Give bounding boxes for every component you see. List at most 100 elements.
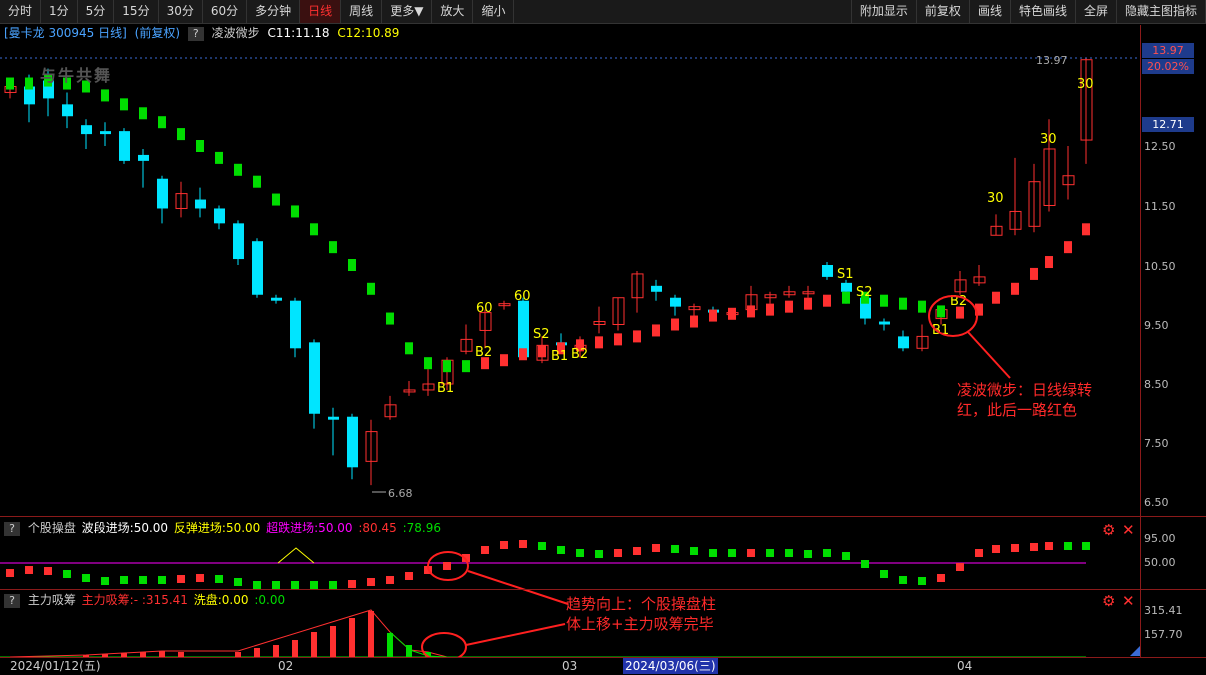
- stock-title[interactable]: [曼卡龙 300945 日线]: [4, 26, 127, 40]
- fullscreen-button[interactable]: 全屏: [1076, 0, 1117, 23]
- help-icon[interactable]: ?: [187, 26, 204, 41]
- signal-30: 30: [1040, 132, 1057, 147]
- panel2-value-c: 超跌进场:50.00: [266, 521, 353, 535]
- operation-bar: [1082, 542, 1090, 550]
- special-draw-button[interactable]: 特色画线: [1011, 0, 1076, 23]
- trend-dot: [25, 77, 33, 90]
- operation-bar: [291, 581, 299, 589]
- trend-dot: [538, 345, 546, 358]
- settings-gear-icon[interactable]: ⚙: [1102, 593, 1115, 609]
- draw-line-button[interactable]: 画线: [970, 0, 1011, 23]
- candle-down: [195, 199, 206, 209]
- operation-bar: [975, 549, 983, 557]
- help-icon[interactable]: ?: [4, 521, 20, 536]
- period-button-5min[interactable]: 5分: [78, 0, 115, 23]
- high-price-tag: 13.97: [1142, 43, 1194, 58]
- candle-down: [651, 285, 662, 292]
- trend-dot: [158, 116, 166, 129]
- price-label: 12.50: [1144, 140, 1176, 153]
- date-month-03: 03: [562, 659, 578, 673]
- candle-down: [214, 208, 225, 224]
- panel-divider-1[interactable]: [0, 516, 1206, 517]
- close-icon[interactable]: ✕: [1122, 593, 1135, 609]
- operation-bar: [595, 550, 603, 558]
- pct-change-tag: 20.02%: [1142, 59, 1194, 74]
- hide-indicator-button[interactable]: 隐藏主图指标: [1117, 0, 1206, 23]
- trend-dot: [709, 309, 717, 322]
- panel2-value-d: :80.45: [358, 521, 397, 535]
- rebound-marker: [277, 547, 315, 564]
- period-button-15min[interactable]: 15分: [114, 0, 159, 23]
- operation-bar: [992, 545, 1000, 553]
- trend-dot: [215, 151, 223, 164]
- operation-bar: [120, 576, 128, 584]
- extra-display-button[interactable]: 附加显示: [850, 0, 917, 23]
- period-button-60min[interactable]: 60分: [203, 0, 248, 23]
- trend-dot: [804, 297, 812, 310]
- panel2-value-a: 波段进场:50.00: [81, 521, 169, 535]
- panel3-value-c: 洗盘:0.00: [193, 593, 249, 607]
- operation-bar: [177, 575, 185, 583]
- operation-bar: [918, 577, 926, 585]
- forward-adjust-button[interactable]: 前复权: [917, 0, 970, 23]
- trend-dot: [1045, 256, 1053, 269]
- trend-dot: [766, 303, 774, 316]
- period-button-30min[interactable]: 30分: [159, 0, 203, 23]
- trend-dot: [614, 333, 622, 346]
- indicator-name[interactable]: 凌波微步: [212, 26, 260, 40]
- candle-down: [138, 154, 149, 161]
- trend-dot: [101, 89, 109, 102]
- annotation-arrow: [967, 331, 1011, 379]
- trend-dot: [234, 163, 242, 176]
- candle-down: [841, 282, 852, 292]
- zoom-out-button[interactable]: 缩小: [473, 0, 515, 23]
- panel2-axis-label: 95.00: [1144, 532, 1176, 545]
- annotation-line: 红，此后一路红色: [957, 401, 1078, 419]
- period-button-weekly[interactable]: 周线: [341, 0, 383, 23]
- annotation-text: 凌波微步：日线绿转 红，此后一路红色: [957, 380, 1092, 420]
- accumulation-bar: [273, 645, 279, 657]
- price-label: 6.50: [1144, 496, 1169, 509]
- operation-bar: [481, 546, 489, 554]
- panel3-name[interactable]: 主力吸筹: [28, 593, 76, 607]
- operation-bar: [1045, 542, 1053, 550]
- price-label: 8.50: [1144, 378, 1169, 391]
- kline-chart[interactable]: B1B26060S2B1 B2S1S2B2B130303013.976.68: [0, 0, 1206, 675]
- price-label: 7.50: [1144, 437, 1169, 450]
- operation-bar: [139, 576, 147, 584]
- period-button-daily[interactable]: 日线: [300, 0, 342, 23]
- signal-60: 60: [476, 301, 493, 316]
- operation-bar: [6, 569, 14, 577]
- annotation-line: 体上移+主力吸筹完毕: [566, 615, 714, 633]
- candle-down: [822, 265, 833, 277]
- trend-dot: [519, 348, 527, 361]
- period-button-1min[interactable]: 1分: [41, 0, 78, 23]
- operation-bar: [804, 550, 812, 558]
- wash-bar: [406, 645, 412, 657]
- panel3-value-a: 主力吸筹:-: [81, 593, 139, 607]
- operation-bar: [234, 578, 242, 586]
- operation-bar: [1011, 544, 1019, 552]
- candle-down: [271, 297, 282, 301]
- trend-dot: [747, 305, 755, 318]
- panel2-value-e: :78.96: [402, 521, 442, 535]
- date-month-04: 04: [957, 659, 973, 673]
- panel2-name[interactable]: 个股操盘: [28, 521, 76, 535]
- settings-gear-icon[interactable]: ⚙: [1102, 522, 1115, 538]
- trend-dot: [1082, 223, 1090, 236]
- chart-header: [曼卡龙 300945 日线] (前复权) ? 凌波微步 C11:11.18 C…: [0, 25, 1140, 42]
- zoom-in-button[interactable]: 放大: [432, 0, 474, 23]
- adjust-label: (前复权): [134, 26, 181, 40]
- period-button-fenshi[interactable]: 分时: [0, 0, 42, 23]
- more-dropdown[interactable]: 更多▼: [382, 0, 433, 23]
- close-icon[interactable]: ✕: [1122, 522, 1135, 538]
- period-button-multi-min[interactable]: 多分钟: [247, 0, 301, 23]
- panel-divider-2[interactable]: [0, 589, 1206, 590]
- date-cursor[interactable]: 2024/03/06(三): [623, 658, 718, 674]
- help-icon[interactable]: ?: [4, 593, 20, 608]
- trend-dot: [728, 307, 736, 320]
- accumulation-bar: [254, 648, 260, 657]
- operation-bar: [728, 549, 736, 557]
- resize-corner-icon[interactable]: [1130, 646, 1140, 656]
